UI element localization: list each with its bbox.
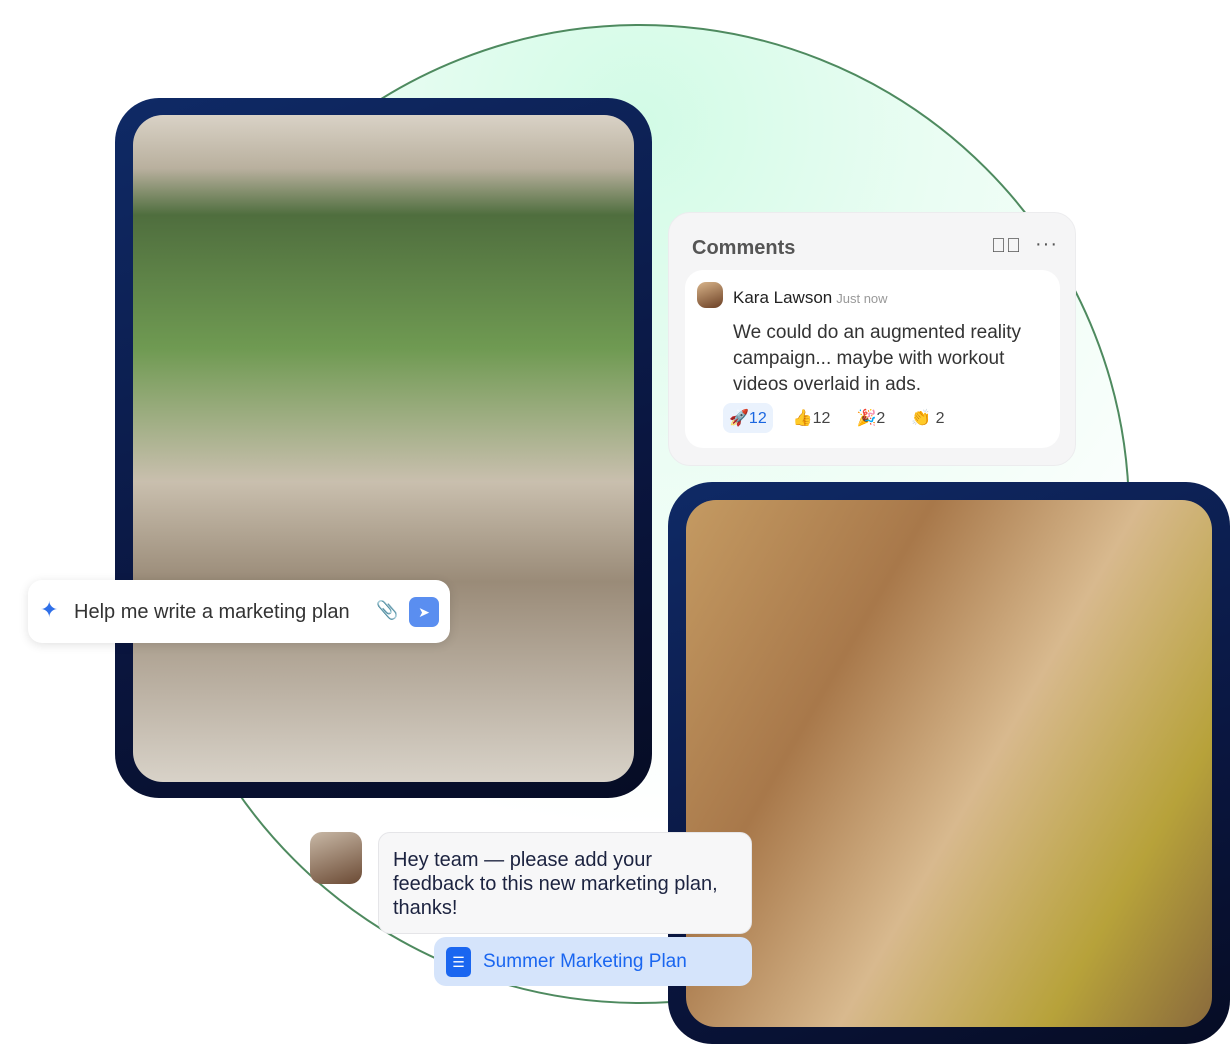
reaction-party[interactable]: 🎉2 xyxy=(850,403,891,433)
reaction-clap[interactable]: 👏 2 xyxy=(905,403,950,433)
chat-message: Hey team — please add your feedback to t… xyxy=(378,832,752,934)
send-icon: ➤ xyxy=(418,604,430,620)
prompt-text: Help me write a marketing plan xyxy=(74,601,350,623)
document-attachment[interactable]: ☰ Summer Marketing Plan xyxy=(434,937,752,986)
paperclip-icon[interactable]: 📎 xyxy=(376,600,398,621)
comment-text: We could do an augmented reality campaig… xyxy=(733,322,1021,395)
avatar xyxy=(697,282,723,308)
comment-time: Just now xyxy=(836,291,888,306)
ai-prompt-input[interactable]: ✦ Help me write a marketing plan 📎 ➤ xyxy=(28,580,450,643)
resolve-check-icon[interactable]: ✓⃝ xyxy=(991,235,1021,258)
sparkle-icon: ✦ xyxy=(40,597,59,622)
avatar xyxy=(310,832,362,884)
comment-author: Kara Lawson Just now xyxy=(733,288,888,307)
document-icon: ☰ xyxy=(446,947,471,977)
send-button[interactable]: ➤ xyxy=(409,597,439,627)
comments-panel: Comments ✓⃝ ··· Kara Lawson Just now We c… xyxy=(668,212,1076,466)
women-with-laptop-photo xyxy=(686,500,1212,1027)
document-title: Summer Marketing Plan xyxy=(483,951,687,972)
man-with-laptop-photo xyxy=(133,115,634,782)
comments-title: Comments xyxy=(692,237,796,259)
reactions: 🚀12 👍12 🎉2 👏 2 xyxy=(723,403,951,433)
reaction-thumbs-up[interactable]: 👍12 xyxy=(787,403,837,433)
more-options-icon[interactable]: ··· xyxy=(1035,233,1058,256)
comment-item: Kara Lawson Just now We could do an augme… xyxy=(685,270,1060,448)
reaction-rocket[interactable]: 🚀12 xyxy=(723,403,773,433)
